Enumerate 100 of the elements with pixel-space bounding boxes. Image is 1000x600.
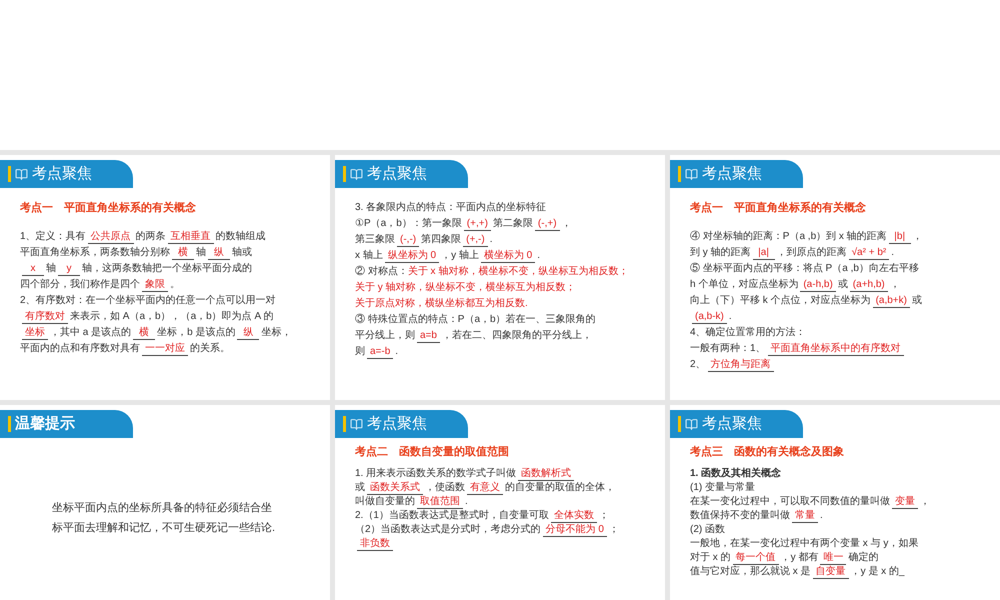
body-text: 的关系。 [190,342,230,354]
body-text: 轴或 [232,246,252,258]
body-text: ， [890,278,900,290]
fill-in-line: 纵坐标为 0 [384,249,440,263]
fill-in-line: 每一个值 [732,550,779,564]
fill-in-line: (a,b-k) [692,310,727,324]
fill-in-line: (-,+) [534,217,560,231]
body-text: . [490,234,492,245]
body-text: 的数轴组成 [216,230,266,242]
body-text: . [820,510,823,520]
body-text: 轴，这两条数轴把一个坐标平面分成的 [82,262,252,274]
body-text: 1. 函数及其相关概念 [690,468,782,478]
section-heading: 考点一 平面直角坐标系的有关概念 [19,200,197,216]
body-text: h 个单位，对应点坐标为 [690,278,798,290]
fill-in-line: 有意义 [467,480,503,494]
fill-in-line: (+,-) [463,233,488,247]
book-icon [685,418,698,430]
slide-title: 考点聚焦 [32,164,92,184]
body-text: 坐标平面内点的坐标所具备的特征必须结合坐标平面去理解和记忆，不可生硬死记一些结论. [52,502,276,534]
body-text: 的两条 [136,230,166,242]
fill-in-line: √a² + b² [848,246,890,260]
body-text: 则 [355,346,365,357]
body-text: 坐标， [261,326,292,338]
body-text: 确定的 [848,552,878,562]
slide-title: 考点聚焦 [367,414,427,434]
body-text: 的自变量的取值的全体， [505,482,615,492]
fill-in-line: (-,-) [397,233,420,247]
book-icon [350,418,363,430]
fill-in-line: 横 [172,246,194,260]
slide-title: 考点聚焦 [367,164,427,184]
body-text: 四个部分，我们称作是四个 [20,278,140,290]
fill-in-line: 互相垂直 [168,230,214,244]
body-text: ④ 对坐标轴的距离：P（a ,b）到 x 轴的距离 [690,230,887,242]
body-text: ①P（a，b）：第一象限 [355,218,462,229]
fill-in-line: a=-b [367,345,394,359]
slide-thumbnail[interactable] [335,155,665,400]
body-text: 1、定义：具有 [20,230,86,242]
body-text: ② 对称点： [355,266,408,277]
body-text: . [395,346,398,357]
accent-bar [678,416,681,432]
fill-in-line: 平面直角坐标系中的有序数对 [768,342,904,356]
slide-thumbnail[interactable] [670,155,1000,400]
fill-in-line: 函数解析式 [518,466,574,480]
slide-thumbnail[interactable] [0,155,330,400]
fill-in-line: 横 [133,326,156,340]
fill-in-line: 唯一 [820,550,846,564]
body-text: ⑤ 坐标平面内点的平移：将点 P（a ,b）向左右平移 [690,262,919,274]
body-text: 或 [838,278,848,290]
fill-in-line: x [22,262,44,276]
accent-bar [8,166,11,182]
body-text: ，y 都有 [780,552,818,562]
fill-in-line: 一一对应 [142,342,188,356]
body-text: . [728,310,732,322]
body-text: x 轴上 [355,250,383,261]
fill-in-line: y [58,262,80,276]
body-text: 2.（1）当函数表达式是整式时，自变量可取 [355,510,549,520]
fill-in-line: 横坐标为 0 [480,249,536,263]
body-text: ，使函数 [425,482,465,492]
body-text: 一般地，在某一变化过程中有两个变量 x 与 y，如果 [690,538,918,548]
fill-in-line: 分母不能为 0 [542,522,607,536]
fill-in-line: 取值范围 [417,494,463,508]
fill-in-line: 坐标 [22,326,48,340]
body-text: . [465,496,468,506]
fill-in-line: 纵 [208,246,230,260]
body-text: 在某一变化过程中，可以取不同数值的量叫做 [690,496,890,506]
body-text: ，y 是 x 的_ [850,566,904,576]
answer-text: 关于 x 轴对称，横坐标不变，纵坐标互为相反数； [408,266,628,277]
body-text: 坐标，b 是该点的 [157,326,236,338]
answer-text: 关于原点对称，横纵坐标都互为相反数. [355,298,528,309]
body-text: 第四象限 [421,234,462,245]
body-text: 3. 各象限内点的特点：平面内点的坐标特征 [355,202,546,213]
body-text: 值与它对应，那么就说 x 是 [690,566,811,576]
fill-in-line: 象限 [142,278,168,292]
slide-thumbnail[interactable]: 考点聚焦 考点三 函数的有关概念及图象 1. 函数及其相关概念 (1) 变量与常量 在某一变化过程中，可以取不同数值的量叫做 变量 ， 数值保持不变的量叫做 常量 . (2) 函数 一般地，在某一变化过程中有两个变量 x 与 y，如果 对于 x 的 每一个值 ，y 都有 唯一 确定的 值与它对应，那么就说 x 是 自变量 ，y 是 x 的_ [670,405,1000,600]
fill-in-line: 公共原点 [88,230,134,244]
body-text: 数值保持不变的量叫做 [690,510,790,520]
fill-in-line: |b| [888,230,911,244]
body-text: ，若在二、四象限角的平分线上， [442,330,592,341]
fill-in-line: 函数关系式 [367,480,423,494]
body-text: 或 [355,482,365,492]
body-text: 2、 [690,358,706,370]
book-icon [15,168,28,180]
body-text: 来表示，如 A（a，b），（a，b）即为点 A 的 [70,310,274,322]
body-text: (2) 函数 [690,524,725,534]
fill-in-line: 自变量 [812,564,849,578]
slide-title: 考点聚焦 [702,164,762,184]
section-heading: 考点二 函数自变量的取值范围 [354,444,510,460]
fill-in-line: (a+h,b) [850,278,888,292]
body-text: 向上（下）平移 k 个点位，对应点坐标为 [690,294,871,306]
body-text: 第三象限 [355,234,395,245]
section-heading: 考点三 函数的有关概念及图象 [689,444,845,460]
fill-in-line: 全体实数 [550,508,597,522]
body-text: 平面直角坐标系，两条数轴分别称 [20,246,170,258]
slide-thumbnail[interactable]: 温馨提示 坐标平面内点的坐标所具备的特征必须结合坐标平面去理解和记忆，不可生硬死记一些结论. [0,405,330,600]
slide-thumbnail[interactable]: 考点聚焦 考点二 函数自变量的取值范围 1. 用来表示函数关系的数学式子叫做 函数解析式 或 函数关系式 ，使函数 有意义 的自变量的取值的全体， 叫做自变量的 取值范围 . 2.（1）当函数表达式是整式时，自变量可取 全体实数 ； （2）当函数表达式是分式时，考虑分式的 分母不能为 0 ； 非负数 [335,405,665,600]
fill-in-line: |a| [752,246,775,260]
body-text: 轴 [196,246,206,258]
body-text: ， [920,496,930,506]
accent-bar [8,416,11,432]
fill-in-line: (+,+) [464,217,491,231]
